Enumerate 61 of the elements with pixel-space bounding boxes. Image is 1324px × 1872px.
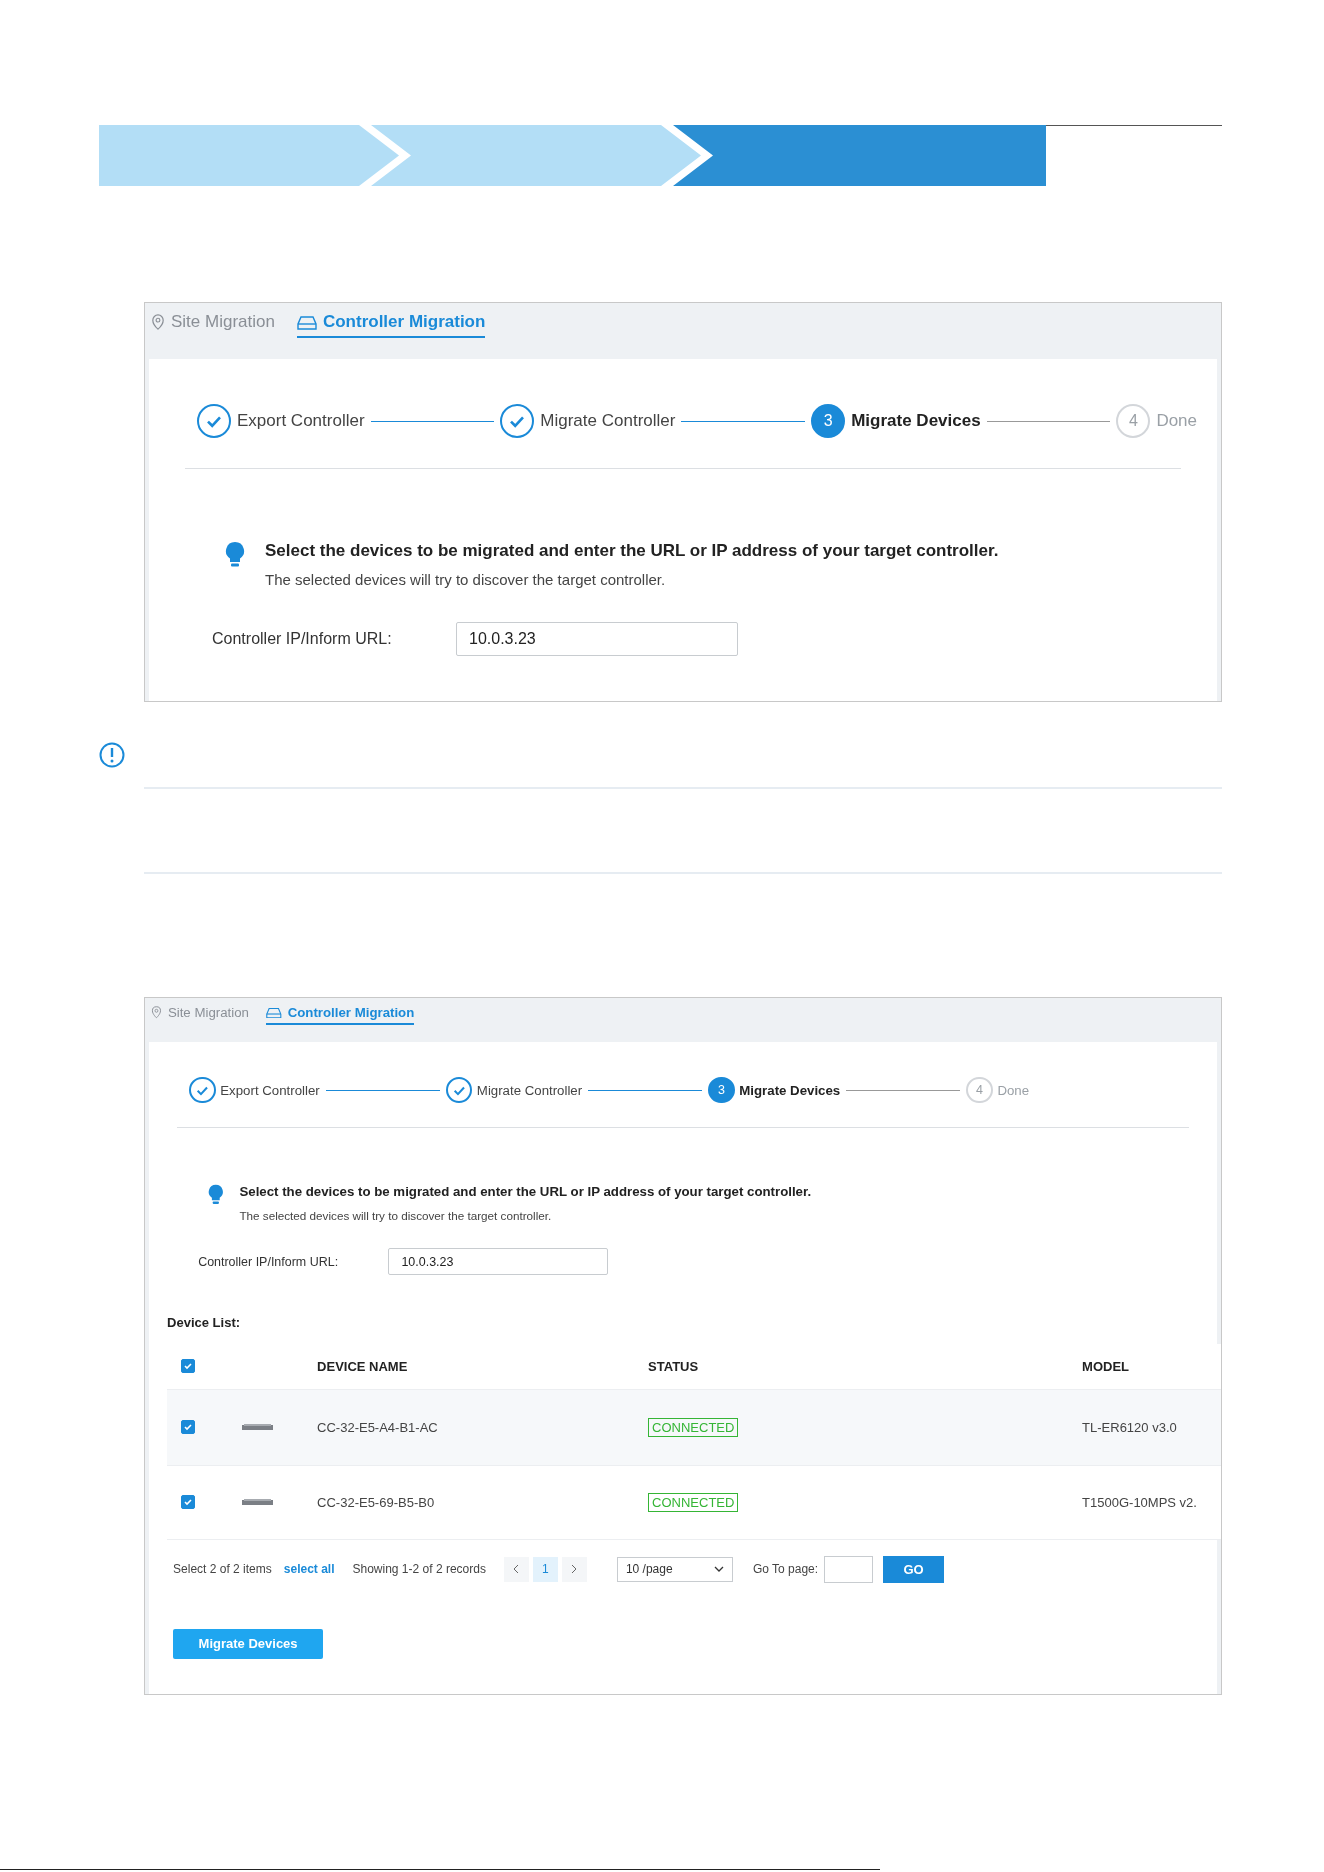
server-icon	[296, 314, 317, 330]
step-label: Done	[1156, 411, 1197, 431]
chevron-right-icon	[571, 1564, 578, 1575]
go-button[interactable]: GO	[883, 1555, 945, 1583]
status-tag: CONNECTED	[648, 1492, 739, 1512]
input-field[interactable]: 10.0.3.23	[388, 1248, 609, 1275]
step-label: Migrate Controller	[540, 411, 676, 431]
page-input[interactable]	[824, 1555, 874, 1583]
page-size-select[interactable]: 10 /page	[616, 1556, 733, 1582]
checkbox[interactable]	[181, 1495, 196, 1510]
chevron-left-icon	[513, 1564, 520, 1575]
model-cell-text: T1500G-10MPS v2.	[1082, 1494, 1198, 1510]
exclamation-icon	[99, 742, 125, 768]
location-pin-icon	[151, 1005, 162, 1020]
step-circle: 3	[708, 1076, 735, 1104]
device-list-title: Device List:	[167, 1314, 242, 1330]
device-name: CC-32-E5-69-B5-B0	[317, 1494, 436, 1510]
server-icon	[266, 1006, 282, 1019]
tab[interactable]: Controller Migration	[266, 998, 415, 1026]
chevron-down-icon	[713, 1566, 724, 1573]
tab[interactable]: Controller Migration	[296, 303, 486, 338]
field-label: Controller IP/Inform URL:	[198, 1254, 340, 1269]
column-header: DEVICE NAME	[317, 1358, 409, 1374]
device-name: CC-32-E5-A4-B1-AC	[317, 1419, 439, 1435]
step-label: Migrate Controller	[476, 1082, 583, 1098]
step-label: Done	[997, 1082, 1030, 1098]
column-header: STATUS	[648, 1358, 700, 1374]
checkbox[interactable]	[181, 1359, 196, 1374]
step-circle: 4	[1116, 404, 1151, 438]
tab[interactable]: Site Migration	[151, 998, 249, 1026]
checkbox[interactable]	[181, 1420, 196, 1435]
tip-text: The selected devices will try to discover the target controller.	[265, 571, 667, 588]
page-button[interactable]: 1	[532, 1556, 558, 1582]
location-pin-icon	[151, 313, 165, 331]
goto-label: Go To page:	[752, 1562, 819, 1577]
selection-count: Select 2 of 2 items	[173, 1562, 272, 1577]
tip-text: The selected devices will try to discover the target controller.	[239, 1208, 553, 1222]
lightbulb-icon	[208, 1183, 224, 1205]
step-circle: 4	[966, 1076, 993, 1104]
tip-title: Select the devices to be migrated and enter the URL or IP address of your target controller.	[239, 1183, 812, 1199]
status-tag: CONNECTED	[648, 1417, 739, 1437]
column-header: MODEL	[1082, 1358, 1131, 1374]
step-label: Export Controller	[220, 1082, 320, 1098]
tick-icon	[183, 1497, 194, 1508]
select-all-link[interactable]: select all	[283, 1562, 335, 1577]
switch-device-icon	[242, 1498, 274, 1506]
tip-title: Select the devices to be migrated and enter the URL or IP address of your target controller.	[265, 541, 999, 561]
model-cell-text: TL-ER6120 v3.0	[1082, 1419, 1178, 1435]
tick-icon	[183, 1422, 194, 1433]
lightbulb-icon	[225, 541, 245, 568]
input-field[interactable]: 10.0.3.23	[456, 622, 738, 656]
field-label: Controller IP/Inform URL:	[212, 630, 393, 648]
migrate-devices-button[interactable]: Migrate Devices	[173, 1628, 324, 1659]
step-label: Migrate Devices	[851, 411, 981, 431]
switch-device-icon	[242, 1423, 274, 1431]
step-label: Export Controller	[237, 411, 365, 431]
records-count: Showing 1-2 of 2 records	[352, 1562, 486, 1577]
step-circle: 3	[811, 404, 846, 438]
tab[interactable]: Site Migration	[151, 303, 275, 338]
step-label: Migrate Devices	[739, 1082, 841, 1098]
tick-icon	[183, 1361, 194, 1372]
